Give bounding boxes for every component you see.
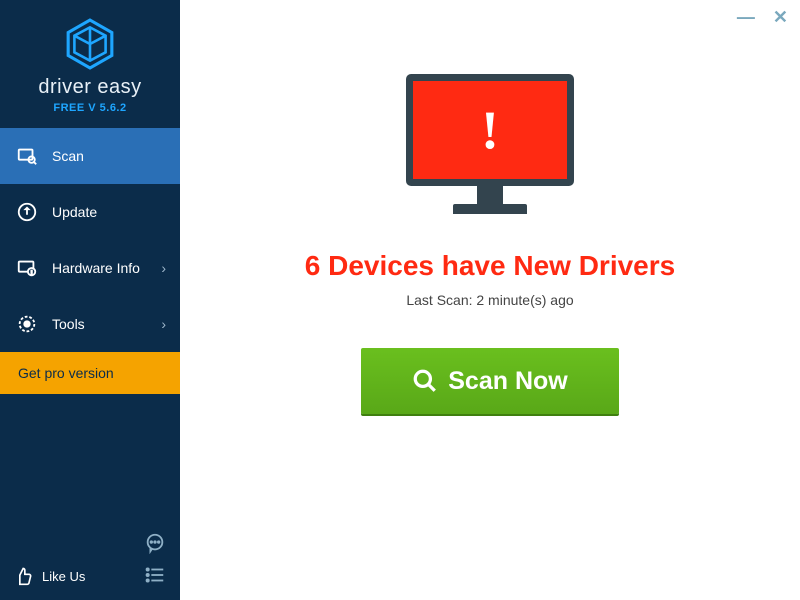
chevron-right-icon: › bbox=[161, 260, 166, 276]
bottom-icons bbox=[144, 532, 166, 586]
app-window: driver easy FREE V 5.6.2 Scan bbox=[0, 0, 800, 600]
sidebar-item-label: Scan bbox=[52, 148, 84, 164]
scan-now-button[interactable]: Scan Now bbox=[361, 348, 619, 414]
sidebar-item-label: Hardware Info bbox=[52, 260, 140, 276]
sidebar: driver easy FREE V 5.6.2 Scan bbox=[0, 0, 180, 600]
last-scan-text: Last Scan: 2 minute(s) ago bbox=[406, 292, 573, 308]
get-pro-button[interactable]: Get pro version bbox=[0, 352, 180, 394]
app-logo-icon bbox=[64, 18, 116, 70]
like-us-label: Like Us bbox=[42, 569, 85, 584]
minimize-button[interactable]: — bbox=[737, 8, 755, 26]
pro-label: Get pro version bbox=[18, 365, 114, 381]
sidebar-item-label: Update bbox=[52, 204, 97, 220]
hardware-info-icon: i bbox=[16, 257, 38, 279]
sidebar-bottom: Like Us bbox=[0, 524, 180, 600]
spacer bbox=[0, 394, 180, 524]
tools-icon bbox=[16, 313, 38, 335]
monitor-stand bbox=[477, 186, 503, 204]
alert-monitor-icon: ! bbox=[406, 74, 574, 224]
svg-text:i: i bbox=[31, 270, 32, 276]
like-us-button[interactable]: Like Us bbox=[14, 566, 85, 586]
exclamation-icon: ! bbox=[481, 99, 499, 161]
search-icon bbox=[412, 368, 438, 394]
nav: Scan Update i bbox=[0, 128, 180, 352]
sidebar-item-label: Tools bbox=[52, 316, 85, 332]
sidebar-item-tools[interactable]: Tools › bbox=[0, 296, 180, 352]
headline-text: 6 Devices have New Drivers bbox=[305, 250, 675, 282]
sidebar-item-scan[interactable]: Scan bbox=[0, 128, 180, 184]
brand-name: driver easy bbox=[0, 76, 180, 99]
thumbs-up-icon bbox=[14, 566, 34, 586]
window-controls: — ✕ bbox=[737, 8, 788, 26]
scan-icon bbox=[16, 145, 38, 167]
scan-now-label: Scan Now bbox=[448, 367, 567, 396]
sidebar-item-update[interactable]: Update bbox=[0, 184, 180, 240]
monitor-base bbox=[453, 204, 527, 214]
logo-area: driver easy FREE V 5.6.2 bbox=[0, 0, 180, 128]
feedback-icon[interactable] bbox=[144, 532, 166, 554]
sidebar-item-hardware-info[interactable]: i Hardware Info › bbox=[0, 240, 180, 296]
main-area: — ✕ ! 6 Devices have New Drivers Last Sc… bbox=[180, 0, 800, 600]
chevron-right-icon: › bbox=[161, 316, 166, 332]
content: ! 6 Devices have New Drivers Last Scan: … bbox=[180, 0, 800, 600]
menu-list-icon[interactable] bbox=[144, 564, 166, 586]
version-label: FREE V 5.6.2 bbox=[0, 102, 180, 114]
monitor-screen: ! bbox=[406, 74, 574, 186]
update-icon bbox=[16, 201, 38, 223]
close-button[interactable]: ✕ bbox=[773, 8, 788, 26]
